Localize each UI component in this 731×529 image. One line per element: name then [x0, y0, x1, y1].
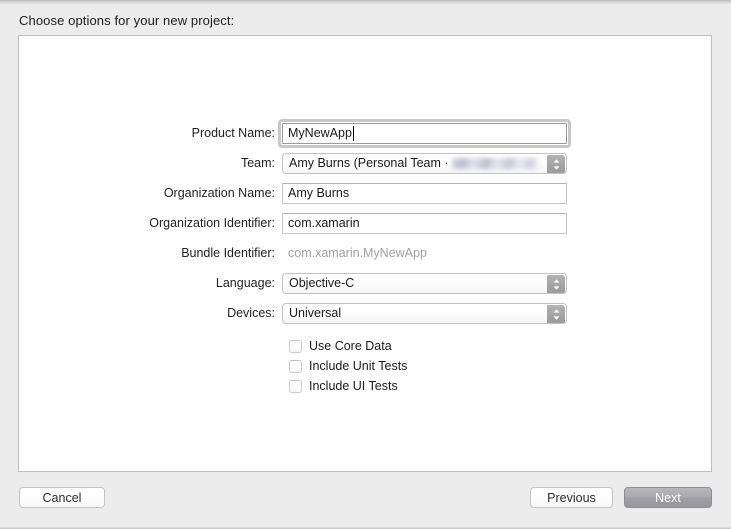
devices-field-wrap: Universal [282, 302, 567, 324]
chevron-up-down-icon[interactable] [547, 274, 565, 293]
product-name-field-wrap [278, 118, 571, 148]
form-row-product-name: Product Name: [19, 118, 713, 148]
project-options-dialog: Choose options for your new project: Pro… [0, 0, 731, 529]
cancel-button[interactable]: Cancel [19, 487, 105, 508]
checkbox-row-include-ui-tests[interactable]: Include UI Tests [19, 376, 713, 396]
devices-selected-value: Universal [289, 306, 342, 320]
form-row-language: Language: Objective-C [19, 268, 713, 298]
devices-label: Devices: [227, 306, 275, 320]
redacted-team-identifier [451, 157, 538, 169]
form-row-devices: Devices: Universal [19, 298, 713, 328]
next-button[interactable]: Next [624, 487, 712, 508]
page-title: Choose options for your new project: [19, 13, 235, 28]
form-spacer [19, 328, 713, 336]
include-unit-tests-checkbox[interactable] [289, 359, 302, 373]
team-label: Team: [240, 156, 275, 170]
chevron-up-down-icon[interactable] [547, 304, 565, 323]
language-field-wrap: Objective-C [282, 272, 567, 294]
organization-identifier-input[interactable] [282, 212, 567, 234]
chevron-up-down-icon[interactable] [547, 154, 565, 173]
organization-name-label: Organization Name: [163, 186, 275, 200]
organization-identifier-field-wrap [282, 212, 567, 234]
product-name-label: Product Name: [191, 126, 275, 140]
include-ui-tests-label: Include UI Tests [309, 379, 398, 393]
language-select[interactable]: Objective-C [282, 272, 567, 294]
text-cursor [353, 125, 354, 141]
options-panel: Product Name: Team: Amy Burns (Personal Te… [18, 35, 712, 472]
organization-identifier-label: Organization Identifier: [149, 216, 275, 230]
previous-button[interactable]: Previous [530, 487, 613, 508]
team-selected-value: Amy Burns (Personal Team · [289, 156, 449, 170]
organization-name-field-wrap [282, 182, 567, 204]
devices-select[interactable]: Universal [282, 302, 567, 324]
form-row-team: Team: Amy Burns (Personal Team · [19, 148, 713, 178]
form-row-organization-identifier: Organization Identifier: [19, 208, 713, 238]
window-top-edge [0, 0, 731, 4]
team-select[interactable]: Amy Burns (Personal Team · [282, 152, 567, 174]
options-form: Product Name: Team: Amy Burns (Personal Te… [19, 118, 713, 396]
bundle-identifier-label: Bundle Identifier: [181, 246, 275, 260]
organization-name-input[interactable] [282, 182, 567, 204]
include-unit-tests-label: Include Unit Tests [309, 359, 408, 373]
language-label: Language: [215, 276, 275, 290]
product-name-input[interactable] [282, 122, 567, 144]
use-core-data-label: Use Core Data [309, 339, 392, 353]
checkbox-row-include-unit-tests[interactable]: Include Unit Tests [19, 356, 713, 376]
language-selected-value: Objective-C [289, 276, 355, 290]
checkbox-row-use-core-data[interactable]: Use Core Data [19, 336, 713, 356]
form-row-bundle-identifier: Bundle Identifier: com.xamarin.MyNewApp [19, 238, 713, 268]
bundle-identifier-field-wrap: com.xamarin.MyNewApp [282, 246, 427, 260]
team-field-wrap: Amy Burns (Personal Team · [282, 152, 567, 174]
form-row-organization-name: Organization Name: [19, 178, 713, 208]
include-ui-tests-checkbox[interactable] [289, 379, 302, 393]
bundle-identifier-value: com.xamarin.MyNewApp [288, 246, 427, 260]
use-core-data-checkbox[interactable] [289, 339, 302, 353]
